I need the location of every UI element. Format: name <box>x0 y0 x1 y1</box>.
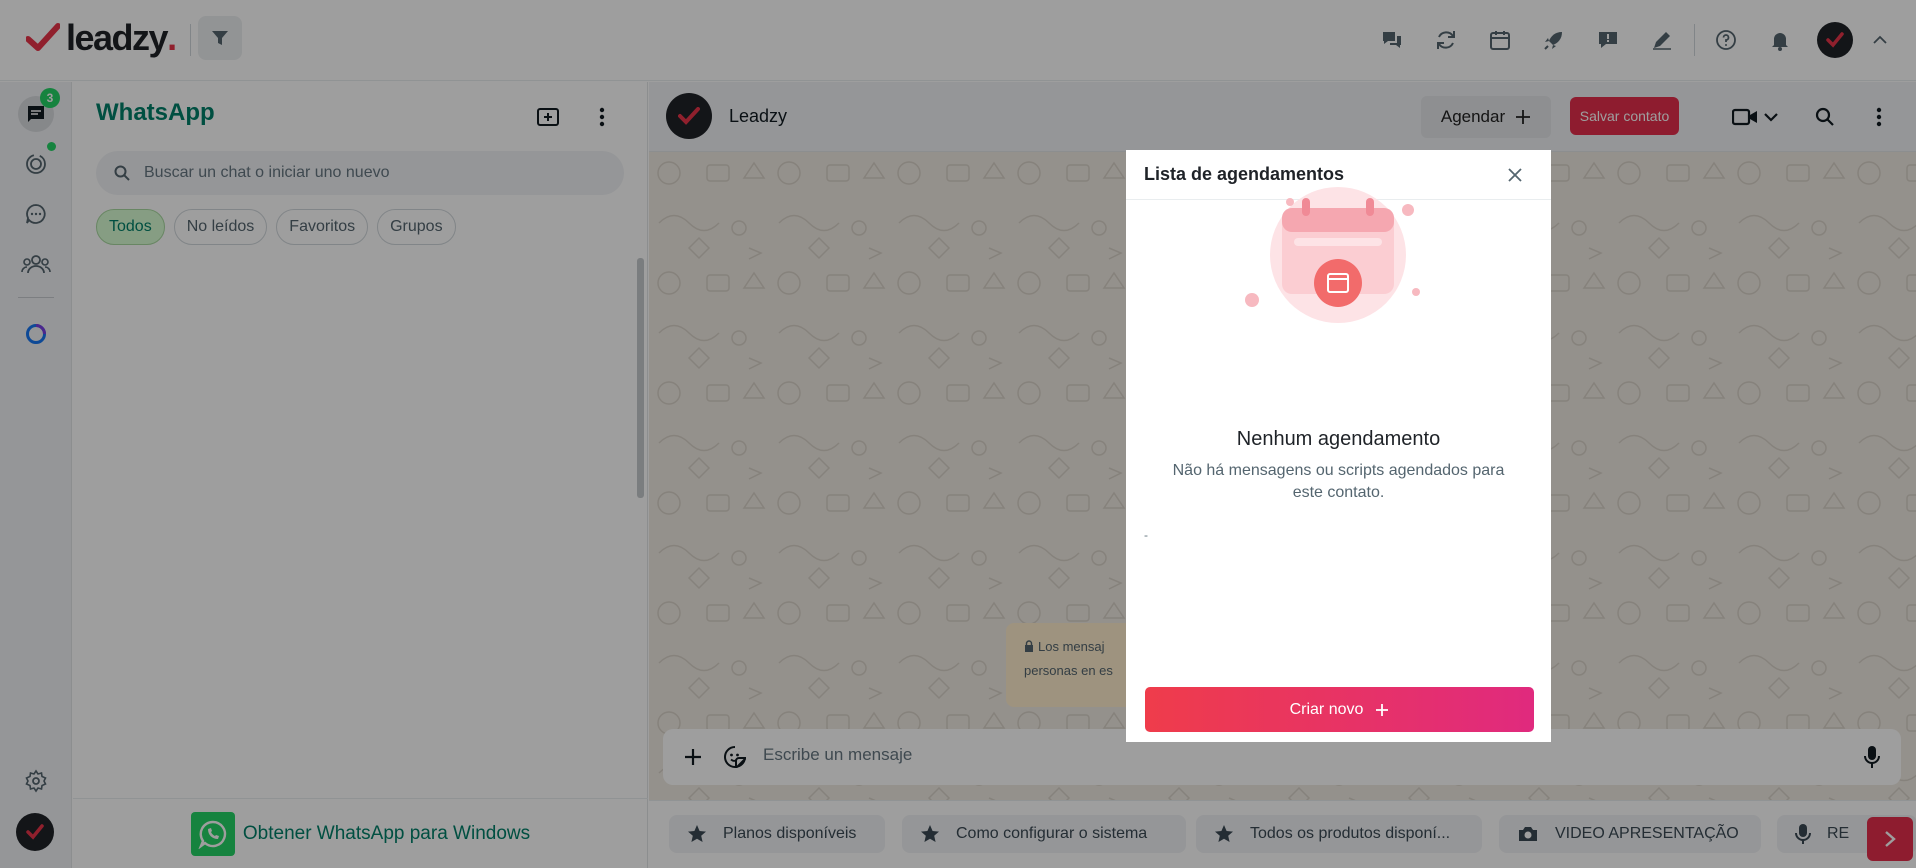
list-marker: - <box>1144 528 1148 542</box>
empty-state-description: Não há mensagens ou scripts agendados pa… <box>1172 462 1505 501</box>
schedule-list-panel: Lista de agendamentos Nenhum agendamento… <box>1126 150 1551 742</box>
modal-backdrop[interactable] <box>0 0 1916 868</box>
close-icon <box>1508 168 1522 182</box>
schedule-panel-footer: Criar novo <box>1128 676 1549 740</box>
plus-icon <box>1376 703 1389 716</box>
close-button[interactable] <box>1502 162 1528 188</box>
empty-calendar-illustration <box>1238 180 1438 330</box>
criar-novo-label: Criar novo <box>1289 700 1364 718</box>
criar-novo-button[interactable]: Criar novo <box>1145 687 1534 732</box>
empty-state-title: Nenhum agendamento <box>1236 428 1441 450</box>
